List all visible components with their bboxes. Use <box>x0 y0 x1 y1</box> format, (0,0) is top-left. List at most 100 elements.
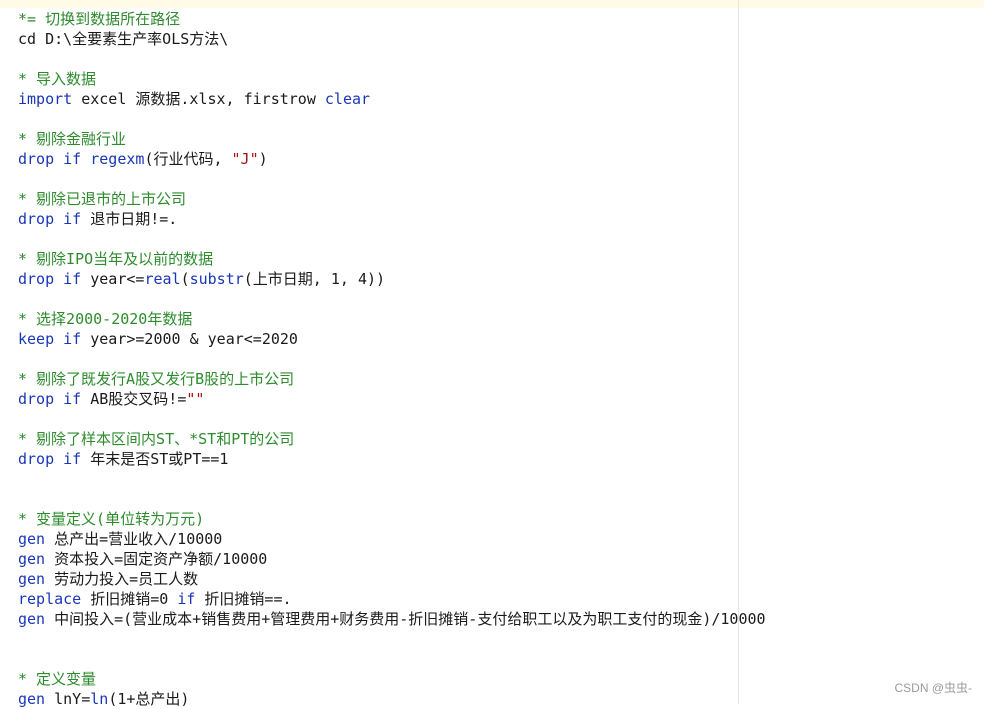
code-line[interactable]: cd D:\全要素生产率OLS方法\ <box>18 29 766 49</box>
code-text: ( <box>180 270 190 288</box>
keyword-token: drop <box>18 270 55 288</box>
function-token: substr <box>189 270 244 288</box>
keyword-token: drop <box>18 390 55 408</box>
comment-token: * 剔除了样本区间内ST、*ST和PT的公司 <box>18 430 295 448</box>
code-line[interactable] <box>18 469 766 489</box>
code-text: ) <box>258 150 268 168</box>
keyword-token: keep <box>18 330 55 348</box>
code-text: 劳动力投入=员工人数 <box>45 570 199 588</box>
comment-token: * 剔除已退市的上市公司 <box>18 190 187 208</box>
code-line[interactable] <box>18 169 766 189</box>
comment-token: * 剔除了既发行A股又发行B股的上市公司 <box>18 370 295 388</box>
keyword-token: if <box>63 150 82 168</box>
string-token: "" <box>186 390 205 408</box>
code-text: (行业代码, <box>144 150 232 168</box>
code-text: 年末是否ST或PT==1 <box>81 450 229 468</box>
code-text: excel 源数据.xlsx, firstrow <box>72 90 325 108</box>
code-line[interactable]: gen 资本投入=固定资产净额/10000 <box>18 549 766 569</box>
code-line[interactable]: keep if year>=2000 & year<=2020 <box>18 329 766 349</box>
code-line[interactable]: drop if year<=real(substr(上市日期, 1, 4)) <box>18 269 766 289</box>
comment-token: * 剔除IPO当年及以前的数据 <box>18 250 214 268</box>
code-line[interactable]: * 剔除了既发行A股又发行B股的上市公司 <box>18 369 766 389</box>
code-line[interactable]: * 选择2000-2020年数据 <box>18 309 766 329</box>
code-text: 退市日期!=. <box>81 210 178 228</box>
function-token: ln <box>90 690 109 708</box>
code-line[interactable]: * 剔除已退市的上市公司 <box>18 189 766 209</box>
code-line[interactable] <box>18 489 766 509</box>
comment-token: * 导入数据 <box>18 70 97 88</box>
code-line[interactable]: * 定义变量 <box>18 669 766 689</box>
keyword-token: if <box>63 330 82 348</box>
code-line[interactable] <box>18 289 766 309</box>
keyword-token: drop <box>18 450 55 468</box>
keyword-token: if <box>63 270 82 288</box>
code-text: 折旧摊销=0 <box>81 590 178 608</box>
keyword-token: if <box>63 210 82 228</box>
code-text: 总产出=营业收入/10000 <box>45 530 223 548</box>
code-text: (上市日期, 1, 4)) <box>243 270 386 288</box>
code-line[interactable]: * 剔除金融行业 <box>18 129 766 149</box>
code-line[interactable]: import excel 源数据.xlsx, firstrow clear <box>18 89 766 109</box>
keyword-token: gen <box>18 550 46 568</box>
code-text: lnY= <box>45 690 91 708</box>
keyword-token: replace <box>18 590 82 608</box>
keyword-token: if <box>63 450 82 468</box>
code-text: (1+总产出) <box>108 690 190 708</box>
code-line[interactable] <box>18 49 766 69</box>
keyword-token: gen <box>18 570 46 588</box>
code-line[interactable]: replace 折旧摊销=0 if 折旧摊销==. <box>18 589 766 609</box>
keyword-token: drop <box>18 210 55 228</box>
keyword-token: clear <box>324 90 371 108</box>
function-token: real <box>144 270 181 288</box>
keyword-token: drop <box>18 150 55 168</box>
comment-token: * 剔除金融行业 <box>18 130 127 148</box>
keyword-token: gen <box>18 610 46 628</box>
code-line[interactable] <box>18 649 766 669</box>
keyword-token: gen <box>18 530 46 548</box>
keyword-token: if <box>63 390 82 408</box>
code-editor[interactable]: *= 切换到数据所在路径 cd D:\全要素生产率OLS方法\ * 导入数据 imp… <box>18 9 766 709</box>
code-line[interactable] <box>18 349 766 369</box>
comment-token: *= 切换到数据所在路径 <box>18 10 181 28</box>
code-text: cd D:\全要素生产率OLS方法\ <box>18 30 229 48</box>
code-text: year<= <box>81 270 145 288</box>
comment-token: * 定义变量 <box>18 670 97 688</box>
code-line[interactable]: *= 切换到数据所在路径 <box>18 9 766 29</box>
csdn-watermark: CSDN @虫虫- <box>894 681 972 695</box>
code-line[interactable]: * 变量定义(单位转为万元) <box>18 509 766 529</box>
keyword-token: import <box>18 90 73 108</box>
code-line[interactable] <box>18 409 766 429</box>
code-line[interactable] <box>18 229 766 249</box>
code-line[interactable]: * 剔除了样本区间内ST、*ST和PT的公司 <box>18 429 766 449</box>
code-line[interactable]: * 剔除IPO当年及以前的数据 <box>18 249 766 269</box>
comment-token: * 选择2000-2020年数据 <box>18 310 193 328</box>
code-line[interactable]: drop if AB股交叉码!="" <box>18 389 766 409</box>
function-token: regexm <box>90 150 145 168</box>
code-text: year>=2000 & year<=2020 <box>81 330 298 348</box>
code-line[interactable]: gen 劳动力投入=员工人数 <box>18 569 766 589</box>
keyword-token: gen <box>18 690 46 708</box>
code-line[interactable]: drop if regexm(行业代码, "J") <box>18 149 766 169</box>
code-line[interactable]: drop if 年末是否ST或PT==1 <box>18 449 766 469</box>
code-line[interactable]: drop if 退市日期!=. <box>18 209 766 229</box>
keyword-token: if <box>177 590 196 608</box>
string-token: "J" <box>231 150 259 168</box>
code-text: 资本投入=固定资产净额/10000 <box>45 550 268 568</box>
code-line[interactable]: gen 总产出=营业收入/10000 <box>18 529 766 549</box>
code-text: 中间投入=(营业成本+销售费用+管理费用+财务费用-折旧摊销-支付给职工以及为职… <box>45 610 766 628</box>
code-text: AB股交叉码!= <box>81 390 187 408</box>
current-line-highlight <box>0 0 984 8</box>
comment-token: * 变量定义(单位转为万元) <box>18 510 205 528</box>
code-line[interactable] <box>18 629 766 649</box>
code-line[interactable] <box>18 109 766 129</box>
code-line[interactable]: * 导入数据 <box>18 69 766 89</box>
code-line[interactable]: gen 中间投入=(营业成本+销售费用+管理费用+财务费用-折旧摊销-支付给职工… <box>18 609 766 629</box>
code-line[interactable]: gen lnY=ln(1+总产出) <box>18 689 766 709</box>
